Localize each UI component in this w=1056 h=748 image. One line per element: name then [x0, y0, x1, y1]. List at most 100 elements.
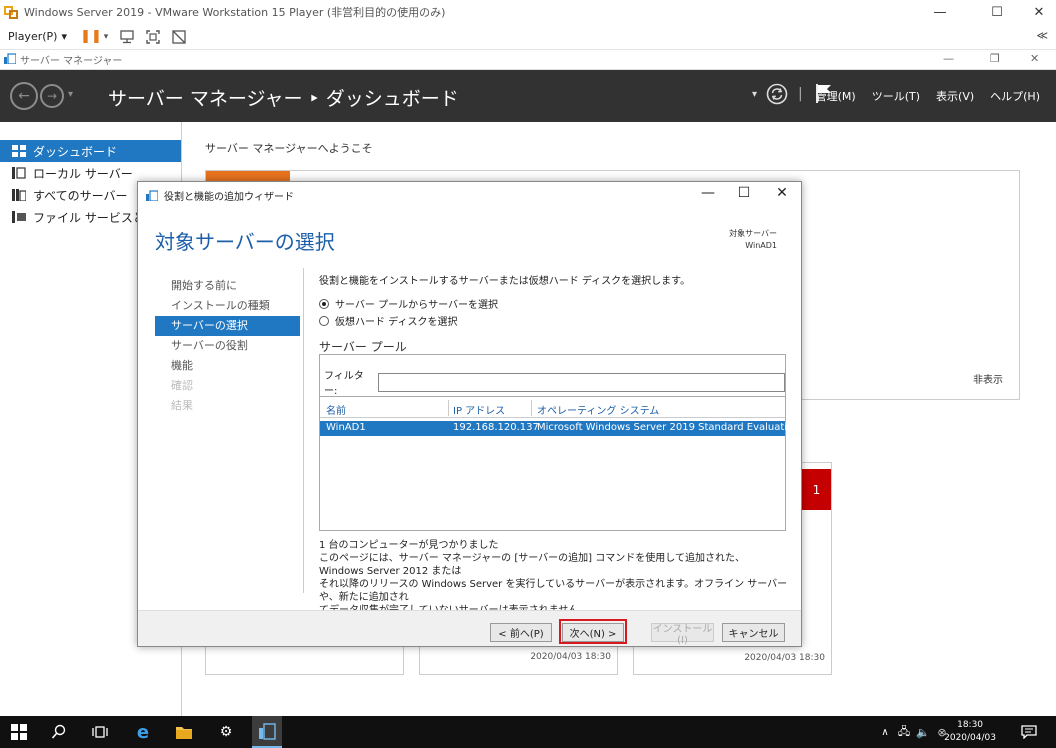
- step-server-roles[interactable]: サーバーの役割: [155, 336, 300, 356]
- radio-server-pool[interactable]: [319, 298, 329, 309]
- fullscreen-icon[interactable]: [143, 27, 163, 47]
- alert-count-badge[interactable]: 1: [802, 469, 831, 510]
- wizard-heading: 対象サーバーの選択: [155, 230, 335, 254]
- wizard-content: 役割と機能をインストールするサーバーまたは仮想ハード ディスクを選択します。 サ…: [319, 272, 800, 616]
- server-manager-caption: サーバー マネージャー — ❐ ✕: [0, 50, 1056, 70]
- sm-close-icon[interactable]: ✕: [1030, 52, 1039, 65]
- file-explorer-icon[interactable]: [173, 721, 195, 743]
- cancel-button[interactable]: キャンセル: [722, 623, 785, 642]
- row-server-os: Microsoft Windows Server 2019 Standard E…: [537, 422, 800, 433]
- hide-link[interactable]: 非表示: [973, 371, 1003, 386]
- install-button: インストール(I): [651, 623, 714, 646]
- server-manager-app-icon: [4, 52, 17, 67]
- unity-icon[interactable]: [169, 27, 189, 47]
- step-before-you-begin[interactable]: 開始する前に: [155, 276, 300, 296]
- player-menu-label: Player(P): [8, 30, 58, 43]
- menu-help[interactable]: ヘルプ(H): [990, 88, 1040, 104]
- internet-explorer-icon[interactable]: e: [132, 721, 154, 743]
- found-count-text: 1 台のコンピューターが見つかりました: [319, 540, 499, 551]
- radio-vhd-row[interactable]: 仮想ハード ディスクを選択: [319, 312, 789, 329]
- vmware-toolbar: Player(P) ▾ ❚❚ ▾ ≪: [0, 24, 1056, 50]
- step-installation-type[interactable]: インストールの種類: [155, 296, 300, 316]
- wizard-minimize-icon[interactable]: —: [693, 185, 723, 205]
- back-arrow-icon[interactable]: ←: [10, 82, 38, 110]
- instruction-text: 役割と機能をインストールするサーバーまたは仮想ハード ディスクを選択します。: [319, 276, 691, 287]
- send-ctrl-alt-del-icon[interactable]: [117, 27, 137, 47]
- tile-timestamp: 2020/04/03 18:30: [530, 652, 611, 662]
- wizard-steps: 開始する前に インストールの種類 サーバーの選択 サーバーの役割 機能 確認 結…: [155, 276, 300, 416]
- clock-date: 2020/04/03: [944, 733, 996, 743]
- target-server-info: 対象サーバー WinAD1: [729, 228, 777, 252]
- minimize-icon[interactable]: —: [917, 0, 963, 24]
- file-storage-icon: [12, 211, 26, 223]
- sidebar-item-label: すべてのサーバー: [33, 188, 128, 203]
- sm-restore-icon[interactable]: ❐: [990, 52, 1000, 65]
- wizard-close-icon[interactable]: ✕: [767, 185, 797, 205]
- pause-dropdown-icon[interactable]: ▾: [101, 27, 111, 47]
- wizard-titlebar: 役割と機能の追加ウィザード — ☐ ✕: [138, 182, 801, 208]
- all-servers-icon: [12, 189, 27, 202]
- filter-input[interactable]: [378, 372, 785, 392]
- vmware-window-title: Windows Server 2019 - VMware Workstation…: [24, 6, 446, 19]
- windows-taskbar: e ⚙ ∧ 🖧 🔈 ⊗ 18:30 2020/04/03: [0, 716, 1056, 748]
- header-separator: |: [798, 86, 803, 102]
- refresh-dropdown-icon[interactable]: ▾: [752, 89, 757, 100]
- server-pool-label: サーバー プール: [319, 340, 407, 354]
- column-header-name[interactable]: 名前: [326, 402, 346, 417]
- player-menu-button[interactable]: Player(P) ▾: [8, 30, 67, 43]
- notification-center-icon[interactable]: [1018, 721, 1040, 743]
- wizard-maximize-icon[interactable]: ☐: [729, 185, 759, 205]
- column-header-ip[interactable]: IP アドレス: [453, 402, 505, 417]
- description-text: このページには、サーバー マネージャーの [サーバーの追加] コマンドを使用して…: [319, 552, 789, 617]
- windows-start-icon[interactable]: [8, 721, 30, 743]
- history-dropdown-icon[interactable]: ▾: [68, 89, 73, 100]
- vmware-titlebar: Windows Server 2019 - VMware Workstation…: [0, 0, 1056, 24]
- radio-server-pool-row[interactable]: サーバー プールからサーバーを選択: [319, 295, 789, 312]
- dashboard-icon: [12, 145, 26, 157]
- previous-button[interactable]: < 前へ(P): [490, 623, 552, 642]
- sm-minimize-icon[interactable]: —: [943, 52, 954, 65]
- radio-server-pool-label: サーバー プールからサーバーを選択: [335, 300, 498, 311]
- server-pool-box: フィルター: 名前 IP アドレス オペレーティング システム WinAD1 1…: [319, 354, 800, 531]
- filter-label: フィルター:: [324, 371, 364, 397]
- maximize-icon[interactable]: ☐: [974, 0, 1020, 24]
- welcome-title: サーバー マネージャーへようこそ: [205, 142, 373, 155]
- chevron-down-icon: ▾: [61, 30, 67, 43]
- step-server-selection[interactable]: サーバーの選択: [155, 316, 300, 336]
- refresh-icon[interactable]: [766, 83, 788, 109]
- server-manager-taskbar-icon[interactable]: [252, 716, 282, 748]
- radio-vhd[interactable]: [319, 315, 329, 326]
- settings-gear-icon[interactable]: ⚙: [215, 721, 237, 743]
- taskbar-clock[interactable]: 18:30 2020/04/03: [944, 719, 996, 745]
- pause-icon[interactable]: ❚❚: [80, 27, 102, 47]
- row-server-name: WinAD1: [326, 422, 366, 433]
- column-header-os[interactable]: オペレーティング システム: [537, 402, 659, 417]
- target-server-value: WinAD1: [745, 241, 777, 250]
- task-view-icon[interactable]: [89, 721, 111, 743]
- target-server-label: 対象サーバー: [729, 229, 777, 238]
- clock-time: 18:30: [957, 720, 984, 730]
- row-server-ip: 192.168.120.137: [453, 422, 539, 433]
- close-icon[interactable]: ✕: [1016, 0, 1056, 24]
- search-icon[interactable]: [48, 721, 70, 743]
- filter-row: フィルター:: [324, 367, 785, 397]
- server-manager-header: ← → ▾ サーバー マネージャー ‣ ダッシュボード ▾ | 管理(M) ツー…: [0, 70, 1056, 122]
- local-server-icon: [12, 167, 26, 179]
- collapse-toolbar-button[interactable]: ≪: [1036, 29, 1048, 42]
- forward-arrow-icon[interactable]: →: [40, 84, 64, 108]
- sidebar-item-dashboard[interactable]: ダッシュボード: [0, 140, 181, 162]
- sidebar-item-label: ダッシュボード: [33, 144, 118, 159]
- description-line: このページには、サーバー マネージャーの [サーバーの追加] コマンドを使用して…: [319, 553, 745, 577]
- description-line: それ以降のリリースの Windows Server を実行しているサーバーが表示…: [319, 579, 788, 603]
- radio-vhd-label: 仮想ハード ディスクを選択: [335, 317, 458, 328]
- menu-manage[interactable]: 管理(M): [816, 88, 856, 104]
- table-row[interactable]: WinAD1 192.168.120.137 Microsoft Windows…: [320, 421, 800, 436]
- menu-view[interactable]: 表示(V): [936, 88, 974, 104]
- step-features[interactable]: 機能: [155, 356, 300, 376]
- tile-timestamp: 2020/04/03 18:30: [744, 653, 825, 663]
- menu-tools[interactable]: ツール(T): [872, 88, 920, 104]
- next-button[interactable]: 次へ(N) >: [562, 623, 624, 642]
- wizard-title: 役割と機能の追加ウィザード: [164, 191, 294, 203]
- wizard-divider: [303, 268, 304, 593]
- server-pool-table-header: 名前 IP アドレス オペレーティング システム: [320, 396, 785, 418]
